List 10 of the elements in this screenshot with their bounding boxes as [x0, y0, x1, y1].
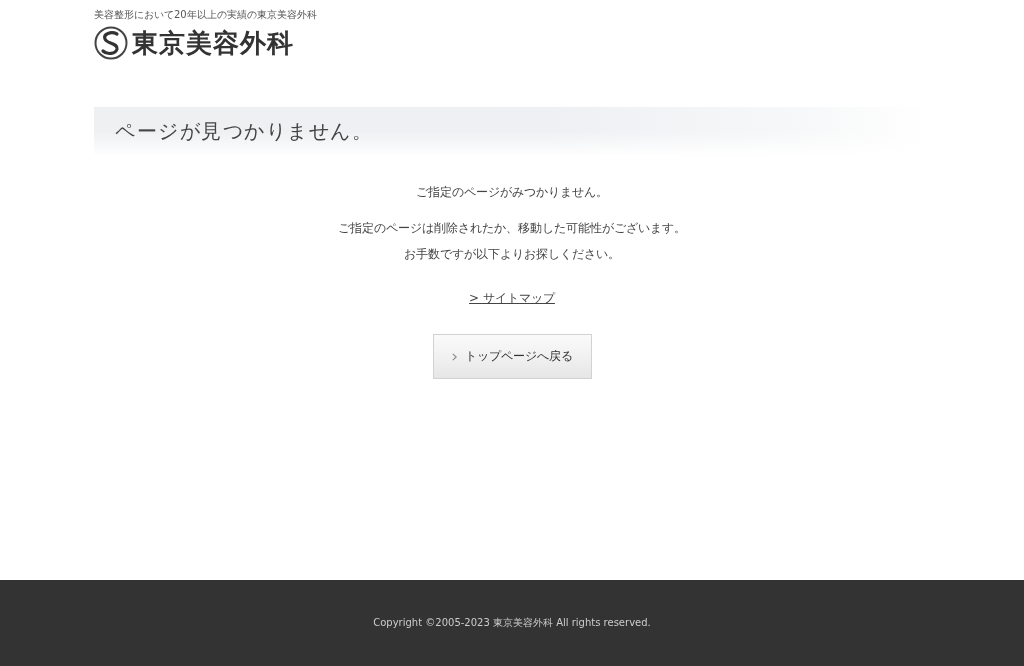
chevron-right-icon: [451, 352, 457, 361]
back-to-top-button[interactable]: トップページへ戻る: [432, 334, 592, 379]
site-logo-text[interactable]: 東京美容外科: [132, 27, 294, 59]
sitemap-link[interactable]: > サイトマップ: [469, 289, 555, 307]
copyright-text: Copyright ©2005-2023 東京美容外科 All rights reserved.: [373, 616, 651, 630]
message-text: ご指定のページは削除されたか、移動した可能性がございます。: [338, 220, 686, 237]
message-text: お手数ですが以下よりお探しください。: [404, 246, 620, 263]
logo-emblem-icon: [94, 26, 128, 60]
message-text: ご指定のページがみつかりません。: [416, 184, 608, 201]
site-tagline: 美容整形において20年以上の実績の東京美容外科: [94, 9, 317, 21]
